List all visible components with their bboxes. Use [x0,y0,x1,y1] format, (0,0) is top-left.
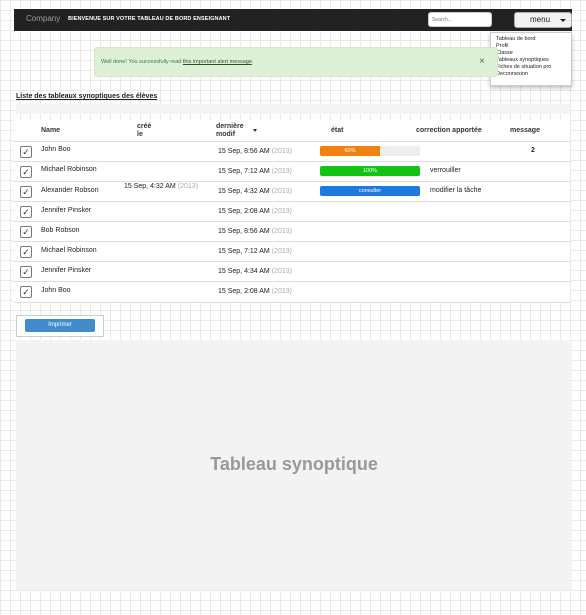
table-row: ✓ Michael Robinson 15 Sep, 7:12 AM (2013… [14,241,570,262]
modified-date-text: 15 Sep, 4:34 AM [218,268,270,275]
menu-item-tableaux-synoptiques[interactable]: Tableaux synoptiques [496,57,549,63]
menu-item-classe[interactable]: Classe [496,50,513,56]
student-name[interactable]: Jennifer Pinsker [41,207,91,214]
modified-date: 15 Sep, 7:12 AM (2013) [218,168,292,175]
progress-fill: 60% [320,146,380,156]
brand-link[interactable]: Company [26,14,60,23]
modified-date: 15 Sep, 8:56 AM (2013) [218,228,292,235]
search-input[interactable] [429,13,493,26]
checkmark-icon[interactable]: ✓ [20,246,32,258]
modified-year: (2013) [271,168,292,175]
student-name[interactable]: Alexander Robson [41,187,99,194]
checkmark-icon[interactable]: ✓ [20,146,32,158]
modify-task-link[interactable]: modifier la tâche [430,187,481,194]
print-button[interactable]: Imprimer [25,319,95,332]
message-count[interactable]: 2 [531,147,535,154]
modified-year: (2013) [271,208,292,215]
modified-date-text: 15 Sep, 8:56 AM [218,148,270,155]
modified-date: 15 Sep, 4:34 AM (2013) [218,268,292,275]
modified-date: 15 Sep, 2:08 AM (2013) [218,288,292,295]
progress-bar: 100% [320,166,420,176]
student-name[interactable]: Michael Robinson [41,166,97,173]
modified-year: (2013) [271,228,292,235]
checkmark-icon[interactable]: ✓ [20,166,32,178]
column-header-created[interactable]: créé le [137,123,151,138]
progress-fill: 100% [320,166,420,176]
section-title: Liste des tableaux synoptiques des élève… [16,93,158,100]
menu-button-label: menu [530,15,551,24]
synoptic-panel: Tableau synoptique [16,340,572,590]
menu-item-tableau-de-bord[interactable]: Tableau de bord [496,36,535,42]
student-name[interactable]: John Boo [41,146,71,153]
verrouiller-link[interactable]: verrouiller [430,167,461,174]
modified-date-text: 15 Sep, 2:08 AM [218,208,270,215]
checkmark-icon[interactable]: ✓ [20,266,32,278]
table-row: ✓ Jennifer Pinsker 15 Sep, 4:34 AM (2013… [14,261,570,282]
navbar: Company BIENVENUE SUR VOTRE TABLEAU DE B… [14,9,572,31]
created-header-line1: créé [137,123,152,130]
success-alert: Well done! You successfully read this im… [94,47,498,77]
dropdown-menu: Tableau de bord Profil Classe Tableaux s… [490,32,572,86]
caret-down-icon [560,19,566,22]
student-name[interactable]: Jennifer Pinsker [41,267,91,274]
modified-year: (2013) [271,188,292,195]
modified-year: (2013) [271,268,292,275]
checkmark-icon[interactable]: ✓ [20,226,32,238]
table-row: ✓ Michael Robinson 15 Sep, 7:12 AM (2013… [14,161,570,182]
column-header-modified[interactable]: dernière modif [216,123,244,138]
modified-date: 15 Sep, 2:08 AM (2013) [218,208,292,215]
modified-date: 15 Sep, 8:56 AM (2013) [218,148,292,155]
modified-header-line2: modif [216,130,236,138]
section-divider [16,104,570,114]
menu-item-profil[interactable]: Profil [496,43,509,49]
modified-date-text: 15 Sep, 4:32 AM [218,188,270,195]
modified-date-text: 15 Sep, 7:12 AM [218,248,270,255]
modified-year: (2013) [271,288,292,295]
close-icon[interactable]: × [479,56,485,67]
synoptic-title: Tableau synoptique [210,454,378,474]
table-row: ✓ Jennifer Pinsker 15 Sep, 2:08 AM (2013… [14,201,570,222]
alert-message: Well done! You successfully read this im… [101,59,253,65]
created-date-text: 15 Sep, 4:32 AM [124,183,176,190]
checkmark-icon[interactable]: ✓ [20,186,32,198]
print-button-container: Imprimer [16,315,104,337]
student-name[interactable]: Bob Robson [41,227,80,234]
menu-item-deconnexion[interactable]: Deconnexion [496,71,528,77]
student-name[interactable]: Michael Robinson [41,247,97,254]
checkmark-icon[interactable]: ✓ [20,286,32,298]
alert-end: . [251,59,254,65]
modified-date: 15 Sep, 7:12 AM (2013) [218,248,292,255]
table-row: ✓ John Boo 15 Sep, 2:08 AM (2013) [14,281,570,303]
modified-year: (2013) [271,148,292,155]
progress-bar: 60% [320,146,420,156]
created-header-line2: le [137,130,143,138]
menu-button[interactable]: menu [514,12,572,28]
student-name[interactable]: John Boo [41,287,71,294]
students-table: Name créé le dernière modif état correctio… [14,120,570,303]
column-header-message[interactable]: message [510,127,540,135]
alert-text: Well done! You successfully read [101,59,183,65]
welcome-text: BIENVENUE SUR VOTRE TABLEAU DE BORD ENSE… [68,16,231,22]
created-year: (2013) [177,183,198,190]
column-header-state[interactable]: état [331,127,343,135]
alert-link[interactable]: this important alert message [183,59,252,65]
modified-header-line1: dernière [216,123,244,130]
table-row: ✓ John Boo 15 Sep, 8:56 AM (2013) 60% 2 [14,141,570,162]
consulter-button[interactable]: consulter [320,186,420,196]
table-row: ✓ Alexander Robson 15 Sep, 4:32 AM (2013… [14,181,570,202]
column-header-name[interactable]: Name [41,127,60,135]
menu-item-fiches-situation[interactable]: Fiches de situation pro [496,64,551,70]
checkmark-icon[interactable]: ✓ [20,206,32,218]
modified-date-text: 15 Sep, 7:12 AM [218,168,270,175]
modified-date-text: 15 Sep, 8:56 AM [218,228,270,235]
column-header-correction[interactable]: correction apportée [416,127,482,135]
modified-year: (2013) [271,248,292,255]
caret-down-icon[interactable] [253,129,257,132]
modified-date: 15 Sep, 4:32 AM (2013) [218,188,292,195]
created-date: 15 Sep, 4:32 AM (2013) [124,183,198,190]
search-box [428,12,493,27]
modified-date-text: 15 Sep, 2:08 AM [218,288,270,295]
table-row: ✓ Bob Robson 15 Sep, 8:56 AM (2013) [14,221,570,242]
